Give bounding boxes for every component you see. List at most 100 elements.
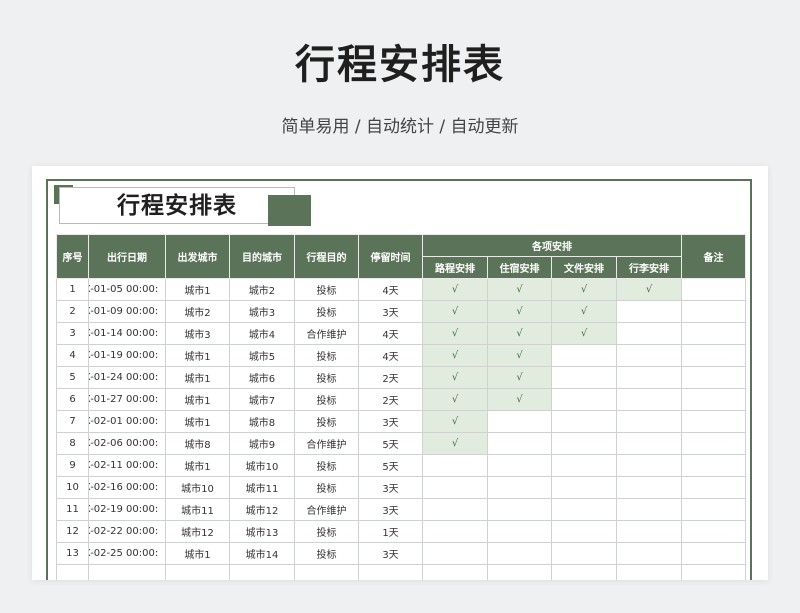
cell-to-city[interactable]: 城市13 (229, 520, 295, 543)
cell-docs-check[interactable] (551, 388, 617, 411)
cell-route-check[interactable] (422, 454, 488, 477)
cell-route-check[interactable]: √ (422, 322, 488, 345)
cell-date[interactable]: XX-02-19 00:00: (88, 498, 166, 521)
cell-purpose[interactable] (294, 564, 359, 580)
cell-date[interactable]: XX-02-01 00:00: (88, 410, 166, 433)
cell-stay[interactable]: 4天 (358, 322, 423, 345)
cell-docs-check[interactable]: √ (551, 300, 617, 323)
cell-to-city[interactable]: 城市9 (229, 432, 295, 455)
cell-luggage-check[interactable] (616, 410, 682, 433)
cell-stay[interactable] (358, 564, 423, 580)
cell-note[interactable] (681, 366, 746, 389)
cell-from-city[interactable]: 城市2 (165, 300, 230, 323)
cell-stay[interactable]: 3天 (358, 300, 423, 323)
cell-note[interactable] (681, 388, 746, 411)
cell-date[interactable]: XX-01-19 00:00: (88, 344, 166, 367)
cell-luggage-check[interactable] (616, 542, 682, 565)
cell-route-check[interactable]: √ (422, 366, 488, 389)
cell-docs-check[interactable] (551, 366, 617, 389)
cell-date[interactable]: XX-01-09 00:00: (88, 300, 166, 323)
cell-luggage-check[interactable] (616, 432, 682, 455)
cell-stay[interactable]: 3天 (358, 498, 423, 521)
cell-lodging-check[interactable] (487, 410, 552, 433)
cell-luggage-check[interactable] (616, 520, 682, 543)
cell-lodging-check[interactable] (487, 542, 552, 565)
cell-to-city[interactable]: 城市4 (229, 322, 295, 345)
cell-route-check[interactable]: √ (422, 344, 488, 367)
cell-stay[interactable]: 4天 (358, 344, 423, 367)
cell-from-city[interactable]: 城市11 (165, 498, 230, 521)
cell-stay[interactable]: 3天 (358, 476, 423, 499)
cell-lodging-check[interactable]: √ (487, 388, 552, 411)
cell-docs-check[interactable] (551, 410, 617, 433)
cell-note[interactable] (681, 278, 746, 301)
cell-route-check[interactable]: √ (422, 410, 488, 433)
cell-note[interactable] (681, 410, 746, 433)
cell-date[interactable]: XX-01-14 00:00: (88, 322, 166, 345)
cell-docs-check[interactable] (551, 432, 617, 455)
cell-luggage-check[interactable]: √ (616, 278, 682, 301)
cell-stay[interactable]: 5天 (358, 454, 423, 477)
cell-route-check[interactable]: √ (422, 388, 488, 411)
cell-index[interactable]: 12 (56, 520, 89, 543)
cell-purpose[interactable]: 投标 (294, 542, 359, 565)
cell-note[interactable] (681, 432, 746, 455)
cell-lodging-check[interactable] (487, 454, 552, 477)
cell-route-check[interactable] (422, 520, 488, 543)
cell-lodging-check[interactable]: √ (487, 278, 552, 301)
cell-route-check[interactable] (422, 498, 488, 521)
cell-to-city[interactable]: 城市11 (229, 476, 295, 499)
cell-note[interactable] (681, 498, 746, 521)
cell-from-city[interactable]: 城市8 (165, 432, 230, 455)
cell-to-city[interactable] (229, 564, 295, 580)
cell-purpose[interactable]: 投标 (294, 520, 359, 543)
cell-purpose[interactable]: 合作维护 (294, 322, 359, 345)
cell-lodging-check[interactable]: √ (487, 366, 552, 389)
cell-luggage-check[interactable] (616, 300, 682, 323)
cell-date[interactable]: XX-02-06 00:00: (88, 432, 166, 455)
cell-luggage-check[interactable] (616, 564, 682, 580)
cell-stay[interactable]: 4天 (358, 278, 423, 301)
cell-note[interactable] (681, 564, 746, 580)
cell-luggage-check[interactable] (616, 366, 682, 389)
cell-lodging-check[interactable] (487, 476, 552, 499)
cell-note[interactable] (681, 476, 746, 499)
cell-route-check[interactable]: √ (422, 278, 488, 301)
cell-lodging-check[interactable]: √ (487, 344, 552, 367)
cell-docs-check[interactable] (551, 498, 617, 521)
cell-date[interactable]: XX-02-25 00:00: (88, 542, 166, 565)
cell-index[interactable]: 10 (56, 476, 89, 499)
cell-note[interactable] (681, 300, 746, 323)
cell-lodging-check[interactable] (487, 564, 552, 580)
cell-to-city[interactable]: 城市7 (229, 388, 295, 411)
cell-luggage-check[interactable] (616, 322, 682, 345)
cell-stay[interactable]: 5天 (358, 432, 423, 455)
cell-index[interactable]: 13 (56, 542, 89, 565)
cell-purpose[interactable]: 投标 (294, 388, 359, 411)
cell-date[interactable] (88, 564, 166, 580)
cell-docs-check[interactable] (551, 454, 617, 477)
cell-luggage-check[interactable] (616, 344, 682, 367)
cell-route-check[interactable]: √ (422, 432, 488, 455)
cell-from-city[interactable]: 城市1 (165, 366, 230, 389)
cell-index[interactable]: 11 (56, 498, 89, 521)
cell-to-city[interactable]: 城市14 (229, 542, 295, 565)
cell-docs-check[interactable] (551, 476, 617, 499)
cell-note[interactable] (681, 322, 746, 345)
cell-from-city[interactable]: 城市12 (165, 520, 230, 543)
cell-to-city[interactable]: 城市8 (229, 410, 295, 433)
cell-purpose[interactable]: 合作维护 (294, 432, 359, 455)
cell-date[interactable]: XX-01-27 00:00: (88, 388, 166, 411)
cell-index[interactable]: 3 (56, 322, 89, 345)
cell-index[interactable]: 5 (56, 366, 89, 389)
cell-purpose[interactable]: 投标 (294, 366, 359, 389)
cell-from-city[interactable]: 城市1 (165, 278, 230, 301)
cell-from-city[interactable]: 城市3 (165, 322, 230, 345)
cell-index[interactable]: 8 (56, 432, 89, 455)
cell-note[interactable] (681, 542, 746, 565)
cell-from-city[interactable]: 城市10 (165, 476, 230, 499)
cell-from-city[interactable] (165, 564, 230, 580)
cell-lodging-check[interactable] (487, 498, 552, 521)
cell-lodging-check[interactable] (487, 520, 552, 543)
cell-to-city[interactable]: 城市2 (229, 278, 295, 301)
